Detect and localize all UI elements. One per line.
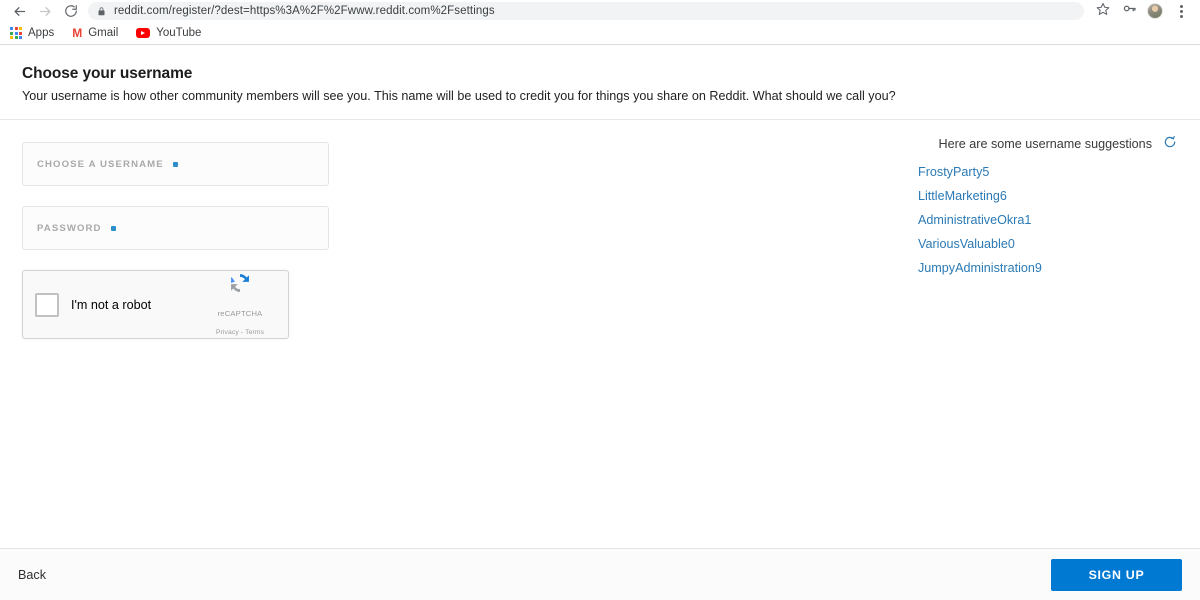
forward-button[interactable] xyxy=(32,0,58,22)
arrow-left-icon xyxy=(12,4,27,19)
page-title: Choose your username xyxy=(22,65,193,82)
recaptcha-brand-name: reCAPTCHA xyxy=(217,309,263,318)
recaptcha-checkbox[interactable] xyxy=(35,292,59,317)
browser-chrome: reddit.com/register/?dest=https%3A%2F%2F… xyxy=(0,0,1200,45)
username-suggestions-panel: Here are some username suggestions Frost… xyxy=(918,135,1178,275)
address-bar[interactable]: reddit.com/register/?dest=https%3A%2F%2F… xyxy=(88,2,1084,20)
suggestion-item[interactable]: AdministrativeOkra1 xyxy=(918,213,1178,227)
back-link[interactable]: Back xyxy=(18,568,46,582)
recaptcha-label: I'm not a robot xyxy=(71,297,152,312)
page-subtitle: Your username is how other community mem… xyxy=(22,89,896,103)
browser-menu-button[interactable] xyxy=(1168,0,1194,22)
required-indicator-icon xyxy=(110,225,116,231)
bookmark-gmail[interactable]: M Gmail xyxy=(72,23,127,43)
recaptcha-legal-links[interactable]: Privacy - Terms xyxy=(216,329,264,336)
apps-grid-icon xyxy=(10,27,22,39)
refresh-suggestions-button[interactable] xyxy=(1162,135,1178,154)
password-input[interactable]: PASSWORD xyxy=(22,206,329,250)
recaptcha-branding: reCAPTCHA Privacy - Terms xyxy=(204,270,276,339)
reload-icon xyxy=(64,4,78,18)
bookmark-star-button[interactable] xyxy=(1090,0,1116,22)
suggestions-heading: Here are some username suggestions xyxy=(938,137,1152,151)
recaptcha-widget[interactable]: I'm not a robot reCAPTCHA Privacy - Term… xyxy=(22,270,289,339)
bookmark-apps-label: Apps xyxy=(28,27,55,39)
suggestion-item[interactable]: LittleMarketing6 xyxy=(918,189,1178,203)
register-page: Choose your username Your username is ho… xyxy=(0,45,1200,600)
avatar xyxy=(1147,3,1163,19)
page-footer: Back SIGN UP xyxy=(0,548,1200,600)
username-input[interactable]: CHOOSE A USERNAME xyxy=(22,142,329,186)
bookmark-youtube-label: YouTube xyxy=(156,27,202,39)
reload-button[interactable] xyxy=(58,0,84,22)
star-icon xyxy=(1096,2,1110,21)
bookmark-youtube[interactable]: YouTube xyxy=(136,23,210,43)
suggestions-header: Here are some username suggestions xyxy=(918,135,1178,154)
profile-button[interactable] xyxy=(1142,0,1168,22)
required-indicator-icon xyxy=(172,161,178,167)
gmail-icon: M xyxy=(72,26,83,40)
url-text: reddit.com/register/?dest=https%3A%2F%2F… xyxy=(114,5,495,17)
youtube-icon xyxy=(136,28,151,38)
page-header: Choose your username Your username is ho… xyxy=(0,45,1200,120)
signup-form: CHOOSE A USERNAME PASSWORD I'm not a rob… xyxy=(22,142,332,548)
toolbar-actions xyxy=(1090,0,1194,22)
suggestions-list: FrostyParty5 LittleMarketing6 Administra… xyxy=(918,165,1178,275)
bookmarks-bar: Apps M Gmail YouTube xyxy=(0,22,1200,44)
page-body: CHOOSE A USERNAME PASSWORD I'm not a rob… xyxy=(0,120,1200,548)
arrow-right-icon xyxy=(38,4,53,19)
lock-icon xyxy=(97,6,106,17)
suggestion-item[interactable]: FrostyParty5 xyxy=(918,165,1178,179)
password-input-label: PASSWORD xyxy=(37,222,102,234)
suggestion-item[interactable]: JumpyAdministration9 xyxy=(918,261,1178,275)
bookmark-apps[interactable]: Apps xyxy=(10,23,63,43)
password-manager-button[interactable] xyxy=(1116,0,1142,22)
key-icon xyxy=(1122,1,1137,21)
back-button[interactable] xyxy=(6,0,32,22)
sign-up-button[interactable]: SIGN UP xyxy=(1051,558,1182,591)
suggestion-item[interactable]: VariousValuable0 xyxy=(918,237,1178,251)
browser-toolbar: reddit.com/register/?dest=https%3A%2F%2F… xyxy=(0,0,1200,22)
username-input-label: CHOOSE A USERNAME xyxy=(37,158,164,170)
three-dots-icon xyxy=(1179,4,1183,18)
bookmark-gmail-label: Gmail xyxy=(88,27,119,39)
recaptcha-icon xyxy=(204,270,276,301)
refresh-icon xyxy=(1163,135,1177,154)
